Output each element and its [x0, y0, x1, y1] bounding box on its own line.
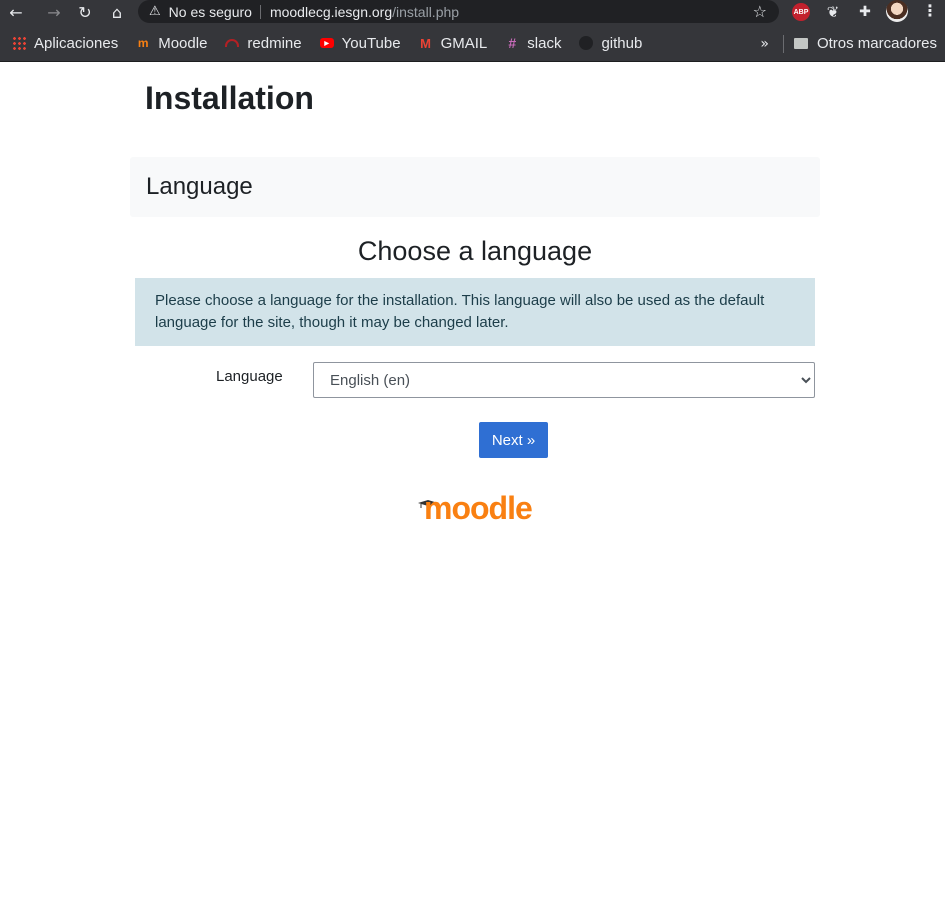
other-bookmarks[interactable]: Otros marcadores	[817, 35, 937, 52]
moodle-logo-text: moodle	[424, 490, 533, 526]
bookmark-star-icon[interactable]: ☆	[753, 2, 767, 21]
slack-favicon-icon: #	[508, 35, 517, 51]
browser-menu-icon[interactable]: ⋮	[922, 1, 938, 20]
language-label: Language	[216, 368, 283, 385]
page-title: Installation	[145, 80, 314, 116]
address-divider	[259, 4, 261, 19]
info-notice: Please choose a language for the install…	[135, 278, 815, 346]
bookmark-redmine[interactable]: redmine	[225, 34, 302, 52]
back-icon[interactable]: ←	[0, 0, 32, 25]
bookmark-moodle[interactable]: m Moodle	[136, 34, 208, 52]
extensions-puzzle-icon[interactable]: ✚	[856, 3, 874, 21]
bookmark-label: Aplicaciones	[34, 34, 119, 52]
language-section-header: Language	[130, 157, 820, 217]
bookmark-label: slack	[527, 34, 562, 52]
bookmark-label: github	[601, 34, 643, 52]
language-select[interactable]: English (en)	[313, 362, 815, 398]
url-path: /install.php	[392, 3, 460, 20]
bookmark-github[interactable]: github	[579, 35, 642, 52]
reload-icon[interactable]: ↻	[69, 0, 101, 25]
url-host: moodlecg.iesgn.org	[269, 3, 393, 20]
adblock-extension-icon[interactable]: ABP	[792, 3, 810, 21]
youtube-favicon-icon: ▶	[319, 38, 334, 48]
moodle-favicon-icon: m	[137, 36, 149, 50]
bookmark-slack[interactable]: # slack	[505, 35, 561, 52]
bookmarks-right: » Otros marcadores	[760, 25, 945, 62]
choose-language-heading: Choose a language	[357, 236, 593, 266]
section-heading: Language	[146, 173, 253, 200]
bookmarks-overflow-icon[interactable]: »	[760, 36, 769, 52]
bookmark-label: redmine	[247, 34, 302, 52]
info-text: Please choose a language for the install…	[155, 292, 765, 331]
bookmark-label: Moodle	[158, 34, 208, 52]
bookmark-label: YouTube	[341, 34, 401, 52]
security-label[interactable]: No es seguro	[169, 4, 252, 20]
gmail-favicon-icon: M	[420, 35, 431, 51]
address-bar[interactable]: ⚠ No es seguro moodlecg.iesgn.org/instal…	[138, 0, 779, 23]
folder-icon	[793, 38, 808, 49]
home-icon[interactable]: ⌂	[101, 0, 133, 25]
forward-icon[interactable]: →	[38, 0, 70, 25]
moodle-logo: moodle	[418, 490, 533, 526]
bookmark-gmail[interactable]: M GMAIL	[419, 34, 488, 52]
bookmark-apps[interactable]: Aplicaciones	[12, 35, 118, 52]
profile-avatar[interactable]	[886, 0, 908, 22]
apps-grid-icon	[12, 36, 26, 50]
gnome-extension-icon[interactable]: ❦	[824, 3, 842, 21]
bookmarks-bar: Aplicaciones m Moodle redmine ▶ YouTube …	[0, 25, 945, 62]
bookmarks-divider	[782, 34, 784, 53]
next-button[interactable]: Next »	[479, 422, 548, 458]
browser-toolbar: ← → ↻ ⌂ ⚠ No es seguro moodlecg.iesgn.or…	[0, 0, 945, 25]
redmine-favicon-icon	[225, 39, 240, 47]
github-favicon-icon	[579, 36, 594, 50]
bookmark-youtube[interactable]: ▶ YouTube	[319, 34, 401, 52]
warning-icon[interactable]: ⚠	[149, 4, 161, 19]
adblock-label: ABP	[793, 8, 809, 16]
bookmark-label: GMAIL	[440, 34, 488, 52]
